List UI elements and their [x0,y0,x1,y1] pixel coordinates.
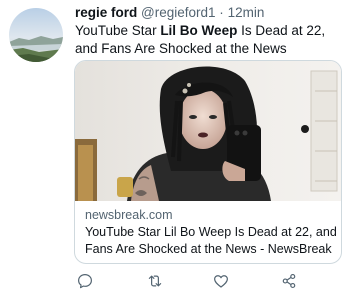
author-name[interactable]: regie ford [75,5,137,20]
timestamp[interactable]: 12min [228,5,265,20]
share-icon [282,273,296,289]
card-domain[interactable]: newsbreak.com [85,207,337,223]
card-meta: newsbreak.com YouTube Star Lil Bo Weep I… [85,207,337,258]
link-card[interactable]: newsbreak.com YouTube Star Lil Bo Weep I… [74,60,342,264]
tweet-text-bold: Lil Bo Weep [160,23,238,38]
separator-dot: · [219,5,224,20]
card-title[interactable]: YouTube Star Lil Bo Weep Is Dead at 22, … [85,224,337,258]
author-handle[interactable]: @regieford1 [141,5,216,20]
tweet-actions [74,270,340,292]
like-button[interactable] [210,270,232,292]
avatar[interactable] [9,8,63,62]
tweet-text: YouTube Star Lil Bo Weep Is Dead at 22, … [75,22,345,58]
tweet-header: regie ford @regieford1 · 12min [75,4,264,22]
avatar-image [9,8,63,62]
card-image [75,61,341,201]
reply-button[interactable] [74,270,96,292]
retweet-button[interactable] [144,270,166,292]
retweet-icon [148,275,162,287]
like-icon [214,275,228,288]
tweet-text-prefix: YouTube Star [75,23,161,38]
share-button[interactable] [278,270,300,292]
card-photo [75,61,341,201]
reply-icon [78,274,92,289]
